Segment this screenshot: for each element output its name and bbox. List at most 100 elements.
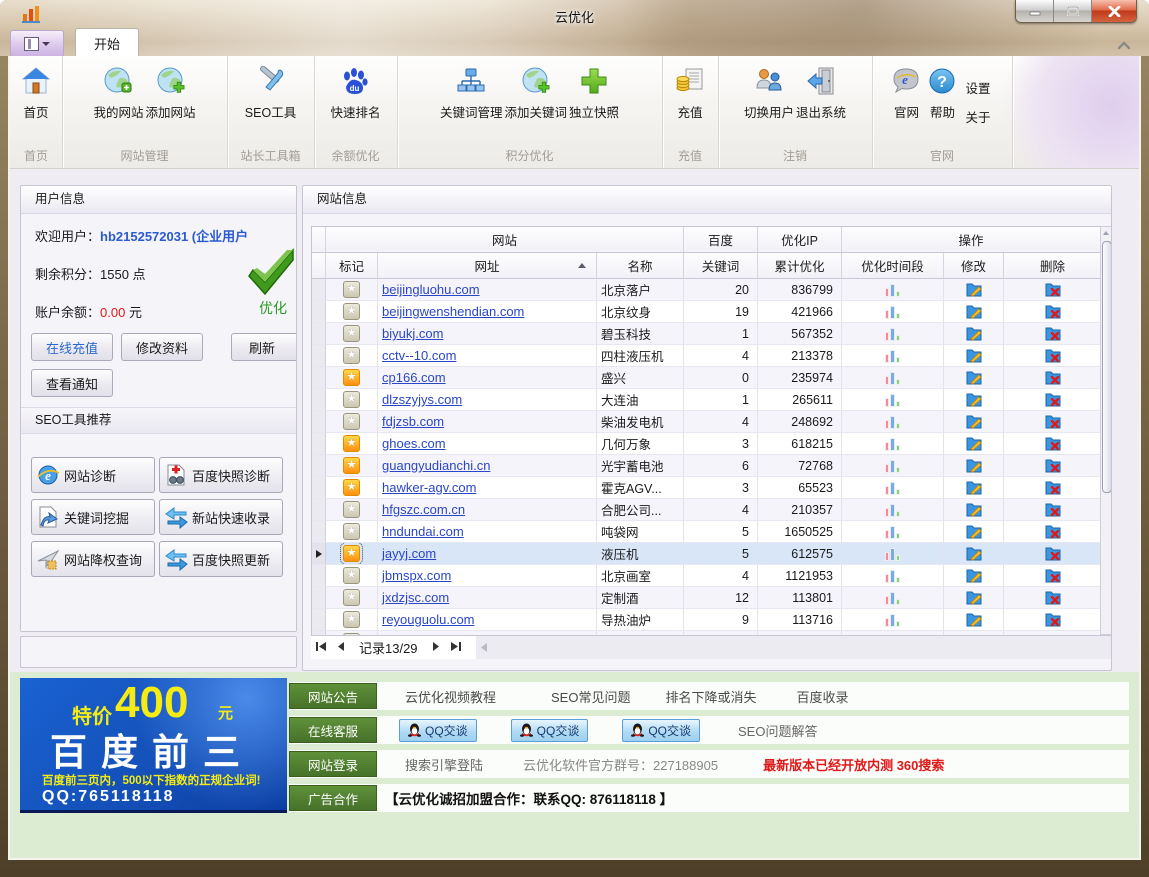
mark-cell[interactable]: ★	[326, 587, 378, 609]
qq-chat-button[interactable]: QQ交谈	[622, 719, 700, 742]
site-diagnose-button[interactable]: e 网站诊断	[31, 457, 155, 493]
optimize-chart-icon[interactable]	[885, 415, 900, 429]
star-icon[interactable]: ★	[343, 501, 360, 518]
edit-icon[interactable]	[966, 459, 982, 473]
optimize-chart-icon[interactable]	[885, 459, 900, 473]
optimize-chart-icon[interactable]	[885, 437, 900, 451]
optimize-chart-icon[interactable]	[885, 283, 900, 297]
exit-system-button[interactable]: 退出系统	[796, 58, 846, 140]
snapshot-update-button[interactable]: 百度快照更新	[159, 541, 283, 577]
delete-icon[interactable]	[1045, 591, 1061, 605]
switch-user-button[interactable]: 切换用户	[744, 58, 794, 140]
mark-cell[interactable]: ★	[326, 389, 378, 411]
site-link[interactable]: dlzszyjys.com	[378, 392, 462, 407]
site-link[interactable]: jayyj.com	[378, 546, 436, 561]
delete-icon[interactable]	[1045, 283, 1061, 297]
add-keyword-button[interactable]: 添加关键词	[504, 58, 567, 140]
qq-chat-button[interactable]: QQ交谈	[399, 719, 477, 742]
optimize-chart-icon[interactable]	[885, 525, 900, 539]
delete-icon[interactable]	[1045, 305, 1061, 319]
col-total[interactable]: 累计优化	[758, 253, 842, 279]
home-button[interactable]: 首页	[19, 58, 53, 140]
group-header-ip[interactable]: 优化IP	[758, 227, 842, 253]
edit-icon[interactable]	[966, 283, 982, 297]
help-button[interactable]: ? 帮助	[925, 58, 959, 140]
snapshot-diagnose-button[interactable]: 百度快照诊断	[159, 457, 283, 493]
site-link[interactable]: cctv--10.com	[378, 348, 456, 363]
close-button[interactable]	[1092, 0, 1136, 22]
delete-icon[interactable]	[1045, 525, 1061, 539]
tab-start[interactable]: 开始	[75, 28, 139, 57]
edit-icon[interactable]	[966, 393, 982, 407]
delete-icon[interactable]	[1045, 415, 1061, 429]
table-row[interactable]: ★hawker-agv.com霍克AGV...365523	[312, 477, 1101, 499]
table-row[interactable]: ★biyukj.com碧玉科技1567352	[312, 323, 1101, 345]
delete-icon[interactable]	[1045, 613, 1061, 627]
table-row[interactable]: ★jbmspx.com北京画室41121953	[312, 565, 1101, 587]
delete-icon[interactable]	[1045, 349, 1061, 363]
edit-icon[interactable]	[966, 525, 982, 539]
delete-icon[interactable]	[1045, 327, 1061, 341]
announce-link[interactable]: 云优化视频教程	[405, 687, 496, 706]
optimize-chart-icon[interactable]	[885, 393, 900, 407]
col-delete[interactable]: 删除	[1004, 253, 1101, 279]
announce-link[interactable]: SEO常见问题	[551, 687, 630, 706]
mark-cell[interactable]: ★	[326, 433, 378, 455]
group-header-site[interactable]: 网站	[326, 227, 684, 253]
ad-banner[interactable]: 特价 400 元 百度前三 百度前三页内，500以下指数的正规企业词! QQ:7…	[20, 678, 287, 813]
optimize-chart-icon[interactable]	[885, 569, 900, 583]
star-icon[interactable]: ★	[343, 457, 360, 474]
delete-icon[interactable]	[1045, 481, 1061, 495]
add-site-button[interactable]: 添加网站	[146, 58, 196, 140]
maximize-button[interactable]	[1054, 0, 1092, 22]
edit-icon[interactable]	[966, 503, 982, 517]
site-link[interactable]: reyouguolu.com	[378, 612, 475, 627]
nav-first-button[interactable]	[311, 642, 331, 654]
site-link[interactable]: jxdzjsc.com	[378, 590, 449, 605]
table-row[interactable]: ★cctv--10.com四柱液压机4213378	[312, 345, 1101, 367]
optimize-chart-icon[interactable]	[885, 503, 900, 517]
site-link[interactable]: cp166.com	[378, 370, 446, 385]
delete-icon[interactable]	[1045, 503, 1061, 517]
star-icon[interactable]: ★	[343, 391, 360, 408]
fast-rank-button[interactable]: du 快速排名	[330, 58, 380, 140]
site-link[interactable]: jbmspx.com	[378, 568, 451, 583]
site-link[interactable]: biyukj.com	[378, 326, 443, 341]
refresh-button[interactable]: 刷新	[231, 333, 297, 361]
site-link[interactable]: beijingluohu.com	[378, 282, 480, 297]
star-icon[interactable]: ★	[343, 303, 360, 320]
optimize-chart-icon[interactable]	[885, 305, 900, 319]
optimize-chart-icon[interactable]	[885, 481, 900, 495]
table-row[interactable]: ★reyouguolu.com导热油炉9113716	[312, 609, 1101, 631]
site-link[interactable]: fdjzsb.com	[378, 414, 444, 429]
nav-prev-button[interactable]	[331, 642, 351, 654]
star-icon[interactable]: ★	[343, 545, 360, 562]
group-header-baidu[interactable]: 百度	[684, 227, 758, 253]
engine-login-link[interactable]: 搜索引擎登陆	[405, 755, 483, 774]
announce-link[interactable]: 百度收录	[797, 687, 849, 706]
scrollbar-thumb[interactable]	[1102, 241, 1112, 493]
optimize-chart-icon[interactable]	[885, 371, 900, 385]
site-link[interactable]: ghoes.com	[378, 436, 446, 451]
table-row[interactable]: ★beijingluohu.com北京落户20836799	[312, 279, 1101, 301]
delete-icon[interactable]	[1045, 393, 1061, 407]
edit-profile-button[interactable]: 修改资料	[121, 333, 203, 361]
optimize-chart-icon[interactable]	[885, 591, 900, 605]
mark-cell[interactable]: ★	[326, 477, 378, 499]
delete-icon[interactable]	[1045, 547, 1061, 561]
edit-icon[interactable]	[966, 327, 982, 341]
edit-icon[interactable]	[966, 613, 982, 627]
my-sites-button[interactable]: 我的网站	[93, 58, 143, 140]
edit-icon[interactable]	[966, 415, 982, 429]
edit-icon[interactable]	[966, 349, 982, 363]
settings-button[interactable]: 设置	[965, 78, 990, 97]
official-site-button[interactable]: e 官网	[889, 58, 923, 140]
edit-icon[interactable]	[966, 437, 982, 451]
table-row[interactable]: ★cp166.com盛兴0235974	[312, 367, 1101, 389]
mark-cell[interactable]: ★	[326, 279, 378, 301]
edit-icon[interactable]	[966, 547, 982, 561]
col-edit[interactable]: 修改	[944, 253, 1004, 279]
col-url[interactable]: 网址	[378, 253, 597, 279]
star-icon[interactable]: ★	[343, 325, 360, 342]
star-icon[interactable]: ★	[343, 435, 360, 452]
